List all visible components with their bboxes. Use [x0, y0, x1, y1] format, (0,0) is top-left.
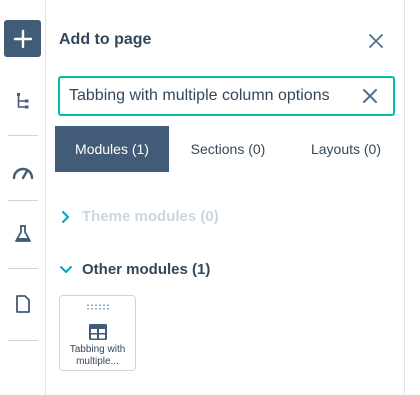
- rail-divider: [8, 340, 38, 341]
- module-name: Tabbing with multiple...: [69, 344, 126, 367]
- theme-modules-group-toggle[interactable]: Theme modules (0): [59, 208, 219, 225]
- theme-modules-label: Theme modules (0): [82, 208, 219, 225]
- tab-modules[interactable]: Modules (1): [55, 126, 169, 172]
- drag-handle-icon: [87, 304, 109, 310]
- page-settings-button[interactable]: [8, 289, 38, 319]
- optimize-button[interactable]: [8, 157, 38, 187]
- add-to-page-panel: Add to page Modules (1) Sections (0) Lay…: [47, 0, 405, 395]
- module-card[interactable]: Tabbing with multiple...: [59, 295, 136, 371]
- rail-divider: [8, 200, 38, 201]
- add-button[interactable]: [4, 20, 41, 57]
- clear-search-button[interactable]: [361, 87, 379, 105]
- tree-structure-icon: [17, 93, 29, 109]
- test-button[interactable]: [8, 219, 38, 249]
- tab-layouts[interactable]: Layouts (0): [291, 126, 401, 172]
- page-icon: [16, 295, 30, 313]
- other-modules-group-toggle[interactable]: Other modules (1): [59, 261, 210, 278]
- clear-icon: [363, 89, 377, 103]
- left-rail: [0, 0, 46, 395]
- chevron-down-icon: [59, 263, 73, 277]
- table-layout-icon: [89, 324, 107, 340]
- close-icon: [369, 34, 383, 48]
- other-modules-label: Other modules (1): [82, 261, 211, 278]
- tab-bar: Modules (1) Sections (0) Layouts (0): [55, 126, 405, 172]
- close-panel-button[interactable]: [367, 32, 385, 50]
- plus-icon: [13, 29, 32, 48]
- speedometer-icon: [12, 167, 34, 180]
- search-input[interactable]: [69, 78, 359, 114]
- flask-icon: [15, 225, 31, 242]
- tab-sections[interactable]: Sections (0): [173, 126, 283, 172]
- chevron-right-icon: [59, 210, 73, 224]
- search-box: [58, 76, 395, 116]
- panel-title: Add to page: [59, 31, 152, 48]
- page-structure-button[interactable]: [8, 86, 38, 116]
- rail-divider: [8, 268, 38, 269]
- rail-divider: [8, 135, 38, 136]
